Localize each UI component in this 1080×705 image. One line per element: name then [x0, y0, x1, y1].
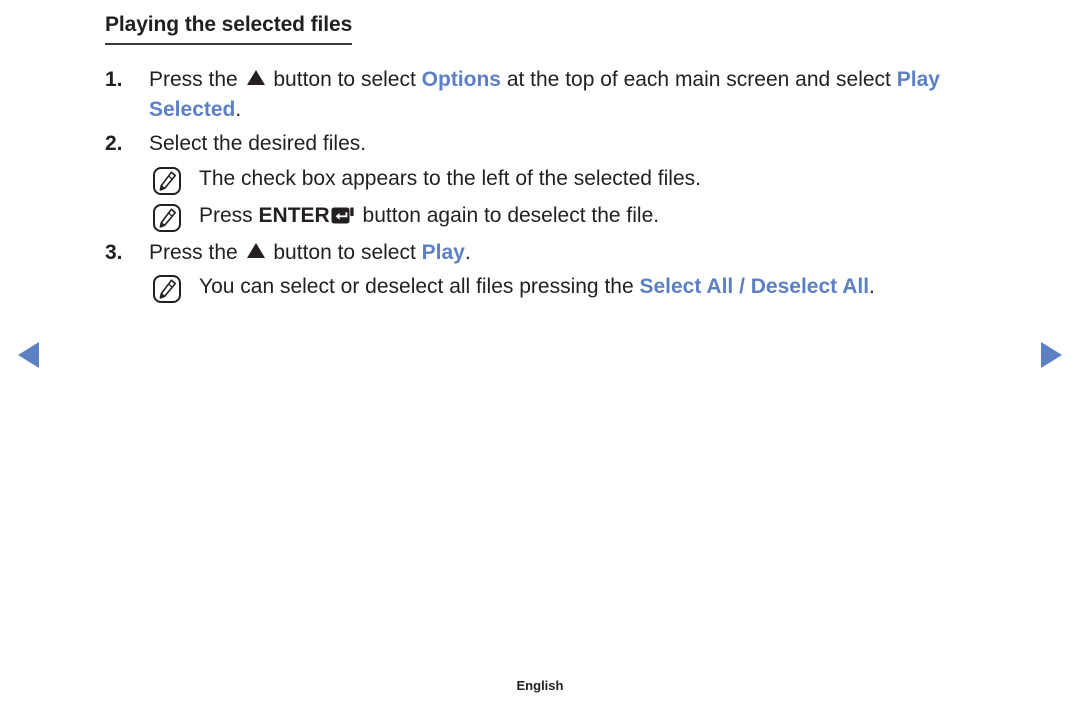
notes-list: You can select or deselect all files pre…	[105, 272, 1020, 304]
step-text-fragment: .	[235, 98, 242, 121]
step-text: Select the desired files.	[149, 129, 1020, 159]
notes-list: The check box appears to the left of the…	[105, 164, 1020, 233]
page-title: Playing the selected files	[105, 12, 352, 46]
list-item: Press ENTER button again to deselect the…	[105, 201, 1020, 233]
note-text: Press ENTER button again to deselect the…	[199, 201, 1020, 231]
note-text-fragment: button again to deselect the file.	[356, 203, 660, 227]
highlight-term: Options	[421, 68, 501, 92]
enter-label: ENTER	[258, 203, 330, 227]
step-text: Press the button to select Options at th…	[149, 65, 1020, 125]
step-number: 2.	[105, 131, 123, 155]
note-text: You can select or deselect all files pre…	[199, 272, 1020, 302]
step-number: 3.	[105, 240, 123, 264]
list-item: 2. Select the desired files.	[105, 129, 1020, 159]
highlight-term: Select All / Deselect All	[639, 275, 870, 299]
note-text-fragment: The check box appears to the left of the…	[199, 166, 701, 190]
triangle-up-icon	[246, 242, 265, 258]
next-page-button[interactable]	[1034, 338, 1068, 372]
notes-group: The check box appears to the left of the…	[105, 164, 1020, 233]
footer-language-label: English	[516, 678, 564, 693]
triangle-left-icon	[12, 338, 46, 372]
note-text-fragment: Press	[199, 203, 259, 227]
step-text-fragment: Press the	[149, 68, 244, 92]
note-pencil-icon	[152, 203, 182, 233]
list-item: 3. Press the button to select Play.	[105, 238, 1020, 268]
step-text-fragment: .	[464, 240, 471, 264]
note-text-fragment: You can select or deselect all files pre…	[199, 275, 640, 299]
step-text-fragment: Select the desired files.	[149, 131, 367, 155]
list-item: The check box appears to the left of the…	[105, 164, 1020, 196]
step-text-fragment: Press the	[149, 240, 244, 264]
steps-list: 1. Press the button to select Options at…	[105, 65, 1020, 304]
enter-key-icon	[331, 206, 355, 225]
note-text: The check box appears to the left of the…	[199, 164, 1020, 194]
notes-group: You can select or deselect all files pre…	[105, 272, 1020, 304]
triangle-right-icon	[1034, 338, 1068, 372]
previous-page-button[interactable]	[12, 338, 46, 372]
note-text-fragment: .	[869, 275, 875, 299]
step-number: 1.	[105, 68, 123, 92]
step-text-fragment: button to select	[267, 240, 422, 264]
manual-page: Playing the selected files 1. Press the …	[0, 0, 1080, 705]
note-pencil-icon	[152, 166, 182, 196]
step-text-fragment: at the top of each main screen and selec…	[500, 68, 897, 92]
content-column: Playing the selected files 1. Press the …	[105, 12, 1020, 309]
list-item: You can select or deselect all files pre…	[105, 272, 1020, 304]
note-pencil-icon	[152, 274, 182, 304]
list-item: 1. Press the button to select Options at…	[105, 65, 1020, 125]
highlight-term: Play	[421, 240, 465, 264]
step-text-fragment: button to select	[267, 68, 422, 92]
triangle-up-icon	[246, 70, 265, 86]
step-text: Press the button to select Play.	[149, 238, 1020, 268]
